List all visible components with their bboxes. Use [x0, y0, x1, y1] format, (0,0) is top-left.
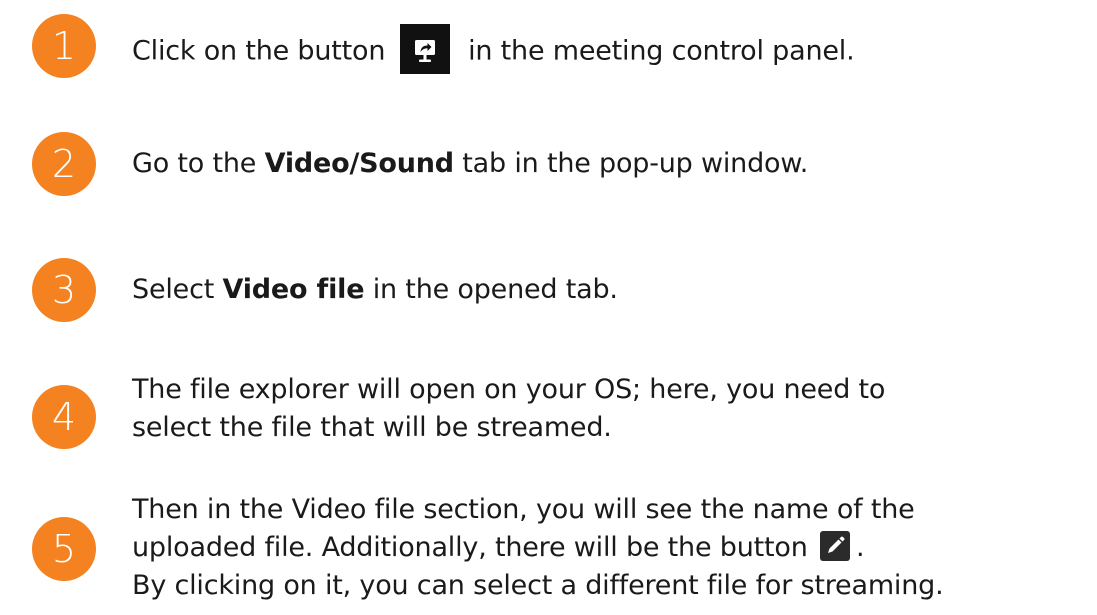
- step-text-after: .: [856, 532, 865, 563]
- step-text: Go to the Video/Sound tab in the pop-up …: [132, 145, 808, 183]
- step-text: Then in the Video file section, you will…: [132, 491, 944, 605]
- step-text: The file explorer will open on your OS; …: [132, 371, 885, 447]
- step-text-line: select the file that will be streamed.: [132, 412, 612, 443]
- share-screen-icon: [399, 24, 450, 74]
- step-number: 2: [32, 132, 96, 196]
- step-text-after: tab in the pop-up window.: [453, 148, 809, 179]
- step-text-after: in the opened tab.: [364, 274, 618, 305]
- step-number: 1: [32, 14, 96, 78]
- step-number: 4: [32, 385, 96, 449]
- step-text: Select Video file in the opened tab.: [132, 271, 618, 309]
- step-text-line: Then in the Video file section, you will…: [132, 494, 915, 525]
- step-text-line: uploaded file. Additionally, there will …: [132, 529, 943, 567]
- step-number: 3: [32, 258, 96, 322]
- step-text-bold: Video file: [222, 274, 365, 305]
- step-text-line: The file explorer will open on your OS; …: [132, 374, 886, 405]
- step-text-before: uploaded file. Additionally, there will …: [132, 532, 808, 563]
- step-text: Click on the button in the meeting contr…: [132, 24, 855, 77]
- pencil-icon: [820, 530, 851, 561]
- step-text-before: Go to the: [132, 148, 265, 179]
- step-text-before: Click on the button: [132, 35, 386, 67]
- step-text-bold: Video/Sound: [264, 148, 454, 179]
- step-text-before: Select: [132, 274, 223, 305]
- step-text-line: By clicking on it, you can select a diff…: [132, 570, 944, 601]
- step-number: 5: [32, 517, 96, 581]
- step-text-after: in the meeting control panel.: [468, 35, 855, 67]
